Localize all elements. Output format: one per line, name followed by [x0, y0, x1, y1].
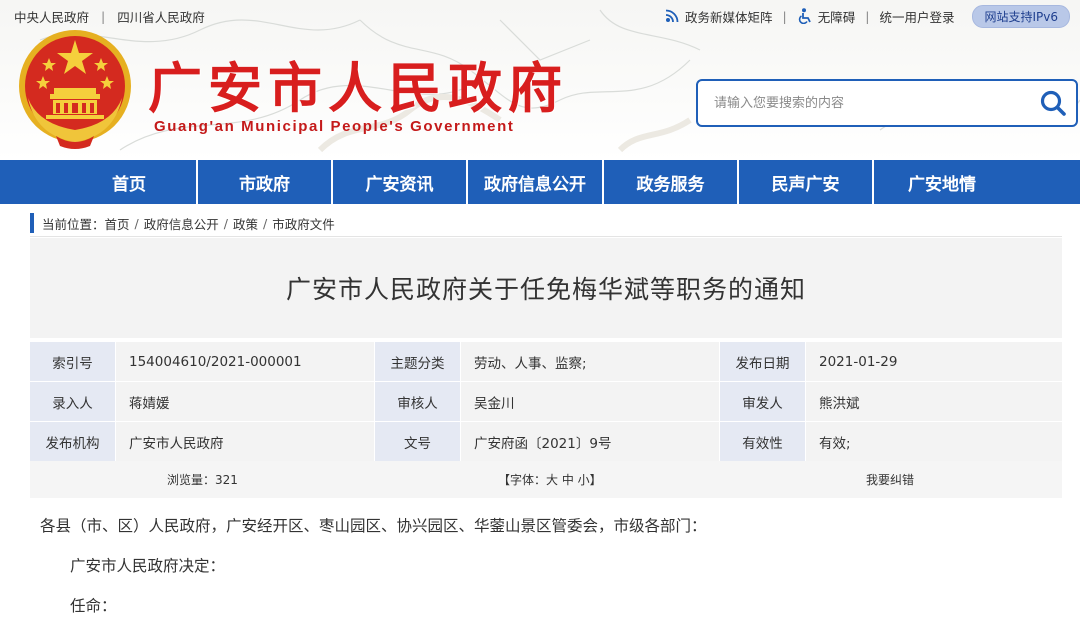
- info-label: 文号: [375, 422, 460, 461]
- top-links: 中央人民政府 | 四川省人民政府: [14, 6, 205, 26]
- breadcrumb: 当前位置： 首页 / 政府信息公开 / 政策 / 市政府文件: [30, 213, 335, 233]
- site-title: 广安市人民政府: [148, 56, 568, 120]
- info-value: 2021-01-29: [806, 342, 1062, 381]
- info-label: 有效性: [720, 422, 805, 461]
- nav-item-government-services[interactable]: 政务服务: [604, 160, 739, 204]
- info-value: 吴金川: [461, 382, 719, 421]
- info-value: 劳动、人事、监察;: [461, 342, 719, 381]
- nav-item-home[interactable]: 首页: [62, 160, 198, 204]
- link-central-government[interactable]: 中央人民政府: [14, 7, 89, 26]
- info-value: 蒋婧媛: [116, 382, 374, 421]
- nav-item-public-voice[interactable]: 民声广安: [739, 160, 874, 204]
- national-emblem-icon: [19, 30, 131, 149]
- main-nav: 首页 市政府 广安资讯 政府信息公开 政务服务 民声广安 广安地情: [0, 160, 1080, 204]
- site-title-english: Guang'an Municipal People's Government: [154, 118, 515, 135]
- font-size-controls[interactable]: 【字体：大 中 小】: [498, 461, 602, 498]
- info-value: 有效;: [806, 422, 1062, 461]
- breadcrumb-separator: /: [134, 215, 139, 231]
- body-paragraph: 广安市人民政府决定：: [70, 557, 226, 575]
- new-media-label: 政务新媒体矩阵: [685, 9, 773, 25]
- divider: |: [782, 8, 787, 24]
- link-sichuan-government[interactable]: 四川省人民政府: [117, 7, 205, 26]
- breadcrumb-item-policy[interactable]: 政策: [233, 214, 258, 233]
- breadcrumb-label: 当前位置：: [42, 216, 105, 232]
- info-value: 广安府函〔2021〕9号: [461, 422, 719, 461]
- info-label: 发布日期: [720, 342, 805, 381]
- nav-item-city-government[interactable]: 市政府: [198, 160, 333, 204]
- new-media-link[interactable]: 政务新媒体矩阵: [665, 7, 773, 26]
- info-label: 录入人: [30, 382, 115, 421]
- document-utility-bar: 浏览量：321 【字体：大 中 小】 我要纠错: [30, 461, 1062, 498]
- divider: |: [101, 8, 106, 24]
- search-button[interactable]: [1030, 81, 1076, 125]
- breadcrumb-item-city-documents[interactable]: 市政府文件: [272, 214, 335, 233]
- accessibility-link[interactable]: 无障碍: [797, 7, 856, 26]
- document-info-table: 索引号 154004610/2021-000001 主题分类 劳动、人事、监察;…: [30, 342, 1062, 462]
- breadcrumb-separator: /: [223, 215, 228, 231]
- nav-item-information-disclosure[interactable]: 政府信息公开: [468, 160, 604, 204]
- top-right-links: 政务新媒体矩阵 | 无障碍 | 统一用户登录 网站支持IPv6: [665, 4, 1070, 28]
- report-error-link[interactable]: 我要纠错: [866, 461, 914, 498]
- view-count: 浏览量：321: [167, 473, 238, 487]
- body-paragraph: 各县（市、区）人民政府，广安经开区、枣山园区、协兴园区、华蓥山景区管委会，市级各…: [40, 517, 707, 535]
- breadcrumb-item-home[interactable]: 首页: [105, 214, 130, 233]
- table-row: 录入人 蒋婧媛 审核人 吴金川 审发人 熊洪斌: [30, 382, 1062, 421]
- login-link[interactable]: 统一用户登录: [879, 7, 954, 26]
- info-value: 154004610/2021-000001: [116, 342, 374, 381]
- breadcrumb-separator: /: [263, 215, 268, 231]
- search-input[interactable]: [698, 81, 1030, 125]
- search-box: [696, 79, 1078, 127]
- info-label: 审发人: [720, 382, 805, 421]
- breadcrumb-item-information-disclosure[interactable]: 政府信息公开: [144, 214, 219, 233]
- table-row: 索引号 154004610/2021-000001 主题分类 劳动、人事、监察;…: [30, 342, 1062, 381]
- nav-item-local-info[interactable]: 广安地情: [874, 160, 1010, 204]
- ipv6-badge[interactable]: 网站支持IPv6: [972, 4, 1070, 28]
- divider: |: [865, 8, 870, 24]
- info-label: 发布机构: [30, 422, 115, 461]
- divider: [30, 236, 1062, 237]
- document-title: 广安市人民政府关于任免梅华斌等职务的通知: [30, 238, 1062, 338]
- info-label: 索引号: [30, 342, 115, 381]
- info-value: 广安市人民政府: [116, 422, 374, 461]
- info-value: 熊洪斌: [806, 382, 1062, 421]
- rss-icon: [665, 9, 679, 23]
- nav-item-news[interactable]: 广安资讯: [333, 160, 468, 204]
- info-label: 审核人: [375, 382, 460, 421]
- body-paragraph: 任命：: [70, 597, 117, 615]
- table-row: 发布机构 广安市人民政府 文号 广安府函〔2021〕9号 有效性 有效;: [30, 422, 1062, 461]
- accessibility-label: 无障碍: [817, 9, 856, 25]
- wheelchair-icon: [797, 8, 812, 24]
- info-label: 主题分类: [375, 342, 460, 381]
- search-icon: [1040, 90, 1066, 116]
- site-header: 中央人民政府 | 四川省人民政府 政务新媒体矩阵 | 无障碍 | 统一用户登录 …: [0, 0, 1080, 160]
